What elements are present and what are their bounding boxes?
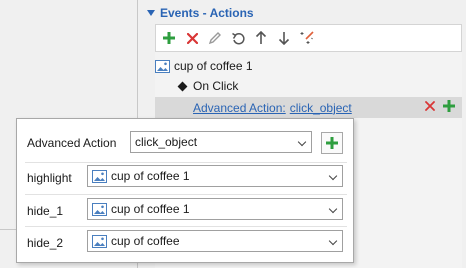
magic-wand-icon[interactable]: [298, 28, 316, 48]
trigger-label: On Click: [193, 79, 239, 93]
chevron-down-icon: [328, 204, 338, 214]
popup-divider: [25, 226, 347, 227]
add-icon[interactable]: [160, 28, 178, 48]
event-object-label: cup of coffee 1: [174, 59, 253, 73]
undo-icon[interactable]: [229, 28, 247, 48]
image-icon: [155, 59, 170, 73]
panel-title: Events - Actions: [160, 6, 254, 20]
param-select-highlight[interactable]: cup of coffee 1: [87, 165, 343, 187]
popup-divider: [25, 162, 347, 163]
move-down-icon[interactable]: [275, 28, 293, 48]
advanced-action-value: click_object: [135, 135, 198, 149]
edit-icon[interactable]: [206, 28, 224, 48]
image-icon: [92, 202, 107, 216]
advanced-action-select[interactable]: click_object: [130, 131, 312, 153]
tree-node-action[interactable]: Advanced Action: click_object: [155, 97, 462, 118]
advanced-action-label: Advanced Action: [27, 136, 117, 150]
action-name-link[interactable]: click_object: [290, 101, 352, 115]
action-type-link[interactable]: Advanced Action:: [193, 101, 286, 115]
chevron-down-icon: [328, 171, 338, 181]
param-value-hide-1: cup of coffee 1: [111, 202, 190, 216]
actions-toolbar: [155, 24, 462, 52]
delete-action-icon[interactable]: [425, 100, 435, 114]
popup-divider: [25, 194, 347, 195]
advanced-action-popup: Advanced Action click_object highlight c…: [16, 118, 354, 263]
delete-icon[interactable]: [183, 28, 201, 48]
tree-node-event-object[interactable]: cup of coffee 1: [155, 56, 253, 76]
param-value-highlight: cup of coffee 1: [111, 169, 190, 183]
chevron-down-icon: [297, 137, 307, 147]
add-advanced-action-button[interactable]: [321, 132, 343, 154]
param-label-highlight: highlight: [27, 171, 72, 185]
param-value-hide-2: cup of coffee: [111, 234, 180, 248]
move-up-icon[interactable]: [252, 28, 270, 48]
add-action-icon[interactable]: [443, 100, 455, 115]
diamond-bullet-icon: [177, 81, 188, 91]
panel-header[interactable]: Events - Actions: [147, 4, 254, 22]
param-label-hide-1: hide_1: [27, 204, 64, 218]
image-icon: [92, 169, 107, 183]
image-icon: [92, 234, 107, 248]
tree-node-trigger[interactable]: On Click: [177, 76, 239, 96]
chevron-down-icon: [328, 236, 338, 246]
param-select-hide-2[interactable]: cup of coffee: [87, 230, 343, 252]
param-select-hide-1[interactable]: cup of coffee 1: [87, 198, 343, 220]
collapse-triangle-icon[interactable]: [147, 10, 155, 16]
param-label-hide-2: hide_2: [27, 236, 64, 250]
add-icon: [326, 137, 338, 149]
